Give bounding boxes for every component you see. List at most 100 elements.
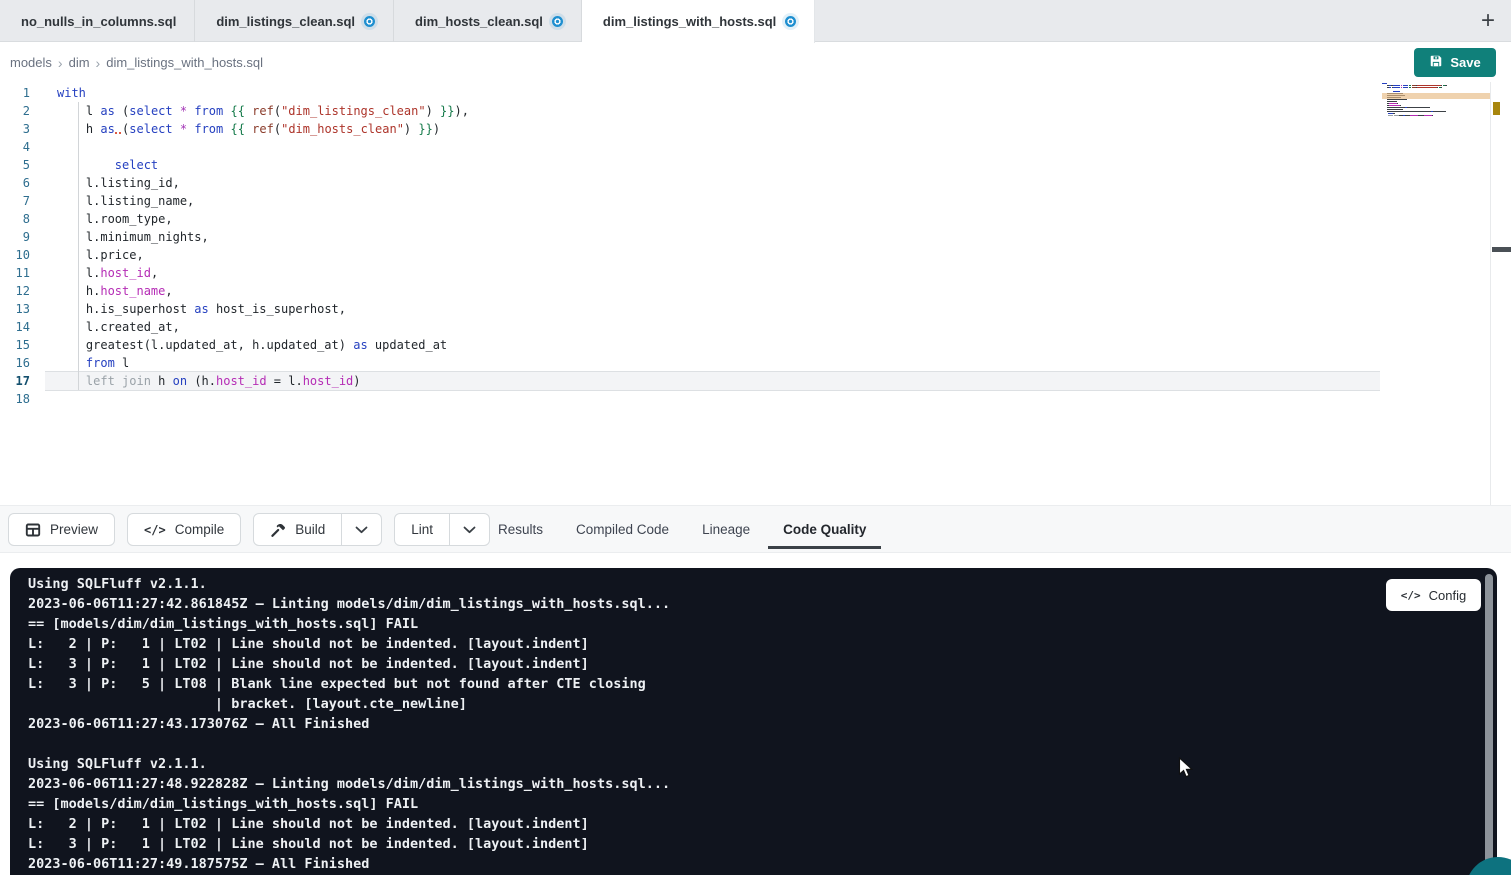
code-line[interactable] [57,390,469,408]
scroll-position-marker [1492,247,1511,252]
line-number: 18 [0,390,30,408]
config-label: Config [1429,588,1467,603]
overview-ruler[interactable] [1490,82,1511,505]
lint-label: Lint [411,522,433,537]
tab-label: dim_listings_clean.sql [216,14,355,29]
panel-tab-compiled-code[interactable]: Compiled Code [576,506,669,552]
action-buttons: Preview </> Compile Build Lint [8,513,490,546]
code-line[interactable]: l.created_at, [57,318,469,336]
new-tab-button[interactable]: + [1473,6,1503,36]
minimap-line [1382,85,1490,86]
code-line[interactable]: l.price, [57,246,469,264]
chevron-separator-icon: › [58,55,63,71]
table-icon [25,522,41,538]
line-number: 16 [0,354,30,372]
minimap-line [1382,91,1490,92]
line-number: 4 [0,138,30,156]
minimap-line [1382,117,1490,118]
lint-dropdown-button[interactable] [450,513,490,546]
code-line[interactable]: l.room_type, [57,210,469,228]
minimap-line [1382,103,1490,104]
line-number: 15 [0,336,30,354]
compile-label: Compile [175,522,225,537]
lint-button[interactable]: Lint [394,513,450,546]
minimap-line [1382,107,1490,108]
code-content[interactable]: with l as (select * from {{ ref("dim_lis… [57,84,469,408]
line-number: 3 [0,120,30,138]
tab-dim_listings_clean.sql[interactable]: dim_listings_clean.sql [195,0,394,42]
output-panel-area: Using SQLFluff v2.1.1. 2023-06-06T11:27:… [0,553,1511,875]
lint-warning-marker [1493,102,1500,115]
preview-button-group: Preview [8,513,115,546]
line-number: 12 [0,282,30,300]
preview-button[interactable]: Preview [8,513,115,546]
code-line[interactable]: l.listing_id, [57,174,469,192]
code-line[interactable]: h.host_name, [57,282,469,300]
code-line[interactable]: h.is_superhost as host_is_superhost, [57,300,469,318]
save-label: Save [1450,55,1480,70]
chevron-separator-icon: › [96,55,101,71]
code-line[interactable]: l.minimum_nights, [57,228,469,246]
code-line[interactable]: l.host_id, [57,264,469,282]
chevron-down-icon [463,526,476,534]
minimap-line [1382,87,1490,88]
minimap-line [1382,111,1490,112]
code-line[interactable]: from l [57,354,469,372]
code-line[interactable]: h as (select * from {{ ref("dim_hosts_cl… [57,120,469,138]
line-number-gutter: 123456789101112131415161718 [0,84,30,408]
code-icon: </> [144,522,166,537]
code-icon: </> [1401,589,1421,602]
line-number: 13 [0,300,30,318]
tab-dim_hosts_clean.sql[interactable]: dim_hosts_clean.sql [394,0,582,42]
build-label: Build [295,522,325,537]
panel-tab-lineage[interactable]: Lineage [702,506,750,552]
minimap-line [1382,99,1490,100]
minimap-line [1382,101,1490,102]
minimap[interactable] [1382,83,1490,503]
compile-button-group: </> Compile [127,513,241,546]
code-line[interactable]: greatest(l.updated_at, h.updated_at) as … [57,336,469,354]
tab-no_nulls_in_columns.sql[interactable]: no_nulls_in_columns.sql [0,0,195,42]
mouse-cursor [1178,757,1194,779]
breadcrumb: models›dim›dim_listings_with_hosts.sql [10,43,263,82]
code-editor[interactable]: 123456789101112131415161718 with l as (s… [0,82,1511,505]
terminal-scrollbar[interactable] [1485,574,1493,874]
minimap-error-highlight [1382,93,1490,99]
minimap-line [1382,105,1490,106]
line-number: 6 [0,174,30,192]
breadcrumb-part: models [10,55,52,70]
code-line[interactable] [57,138,469,156]
code-line[interactable]: with [57,84,469,102]
file-header-bar: models›dim›dim_listings_with_hosts.sql S… [0,43,1511,82]
action-toolbar: Preview </> Compile Build Lint Results Compil… [0,505,1511,553]
minimap-line [1382,89,1490,90]
terminal-panel: Using SQLFluff v2.1.1. 2023-06-06T11:27:… [10,568,1497,875]
compile-button[interactable]: </> Compile [127,513,241,546]
save-button[interactable]: Save [1414,48,1496,77]
tab-label: dim_hosts_clean.sql [415,14,543,29]
code-line[interactable]: left join h on (h.host_id = l.host_id) [57,372,469,390]
minimap-line [1382,109,1490,110]
line-number: 10 [0,246,30,264]
tab-dim_listings_with_hosts.sql[interactable]: dim_listings_with_hosts.sql [582,0,815,43]
minimap-line [1382,83,1490,84]
code-line[interactable]: select [57,156,469,174]
tab-label: no_nulls_in_columns.sql [21,14,176,29]
line-number: 1 [0,84,30,102]
line-number: 11 [0,264,30,282]
build-dropdown-button[interactable] [342,513,382,546]
line-number: 17 [0,372,30,390]
hammer-icon [270,522,286,538]
code-line[interactable]: l as (select * from {{ ref("dim_listings… [57,102,469,120]
panel-tab-code-quality[interactable]: Code Quality [783,506,866,552]
build-button[interactable]: Build [253,513,342,546]
config-button[interactable]: </> Config [1386,579,1481,611]
tab-label: dim_listings_with_hosts.sql [603,14,776,29]
line-number: 5 [0,156,30,174]
panel-tab-results[interactable]: Results [498,506,543,552]
code-line[interactable]: l.listing_name, [57,192,469,210]
modified-dot-icon [364,16,375,27]
line-number: 2 [0,102,30,120]
dbt-ide-window: no_nulls_in_columns.sql dim_listings_clea… [0,0,1511,875]
modified-dot-icon [785,16,796,27]
